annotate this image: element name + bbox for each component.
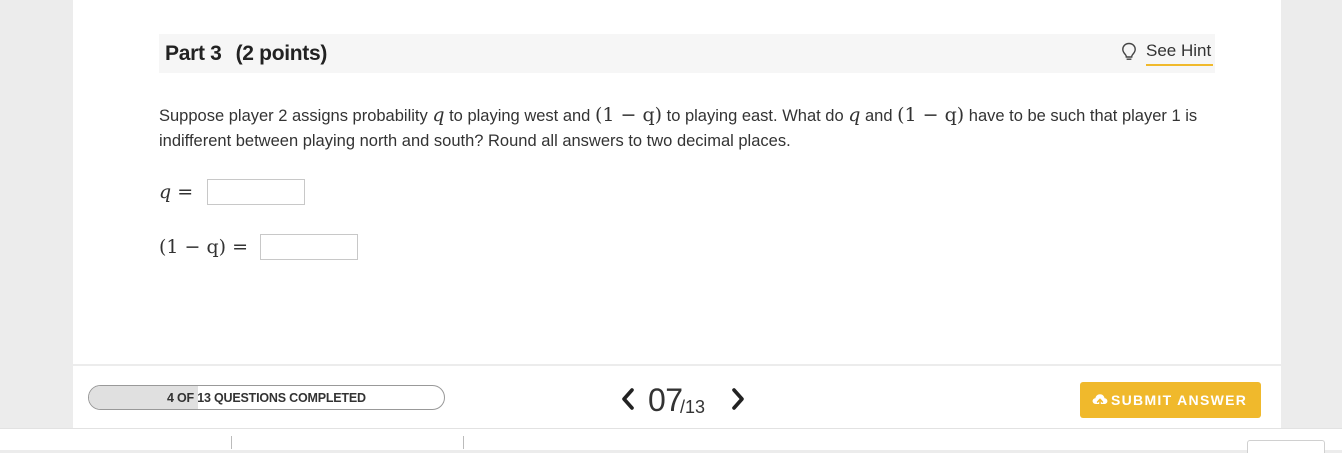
see-hint-label: See Hint — [1146, 41, 1212, 60]
question-text-part: to playing east. What do — [662, 107, 849, 125]
math-one-minus-q: (1 − q) — [594, 104, 663, 126]
toolbar-tab[interactable] — [1247, 440, 1325, 453]
see-hint-button[interactable]: See Hint — [1121, 40, 1216, 66]
math-one-minus-q: (1 − q) — [897, 104, 965, 126]
cloud-upload-icon — [1092, 393, 1108, 408]
submit-answer-label: SUBMIT ANSWER — [1111, 392, 1248, 408]
chevron-right-icon[interactable] — [726, 386, 748, 412]
answer-input-q[interactable] — [207, 179, 305, 205]
answer-label-one-minus-q: (1 − q) = — [159, 236, 249, 258]
toolbar-divider — [231, 436, 232, 449]
question-pager: 07 /13 — [618, 380, 753, 420]
question-text-part: to playing west and — [444, 107, 595, 125]
answer-label-q: q = — [159, 181, 194, 203]
answer-input-one-minus-q[interactable] — [260, 234, 358, 260]
total-questions: /13 — [680, 397, 706, 417]
submit-answer-button[interactable]: SUBMIT ANSWER — [1080, 382, 1261, 418]
footer-divider — [73, 364, 1281, 366]
bottom-toolbar — [0, 428, 1342, 450]
question-text-part: and — [860, 107, 898, 125]
lightbulb-icon — [1121, 42, 1137, 62]
progress-text: 4 OF 13 QUESTIONS COMPLETED — [167, 391, 366, 405]
math-q: q — [432, 104, 445, 126]
question-text: Suppose player 2 assigns probability q t… — [159, 103, 1219, 154]
question-text-part: Suppose player 2 assigns probability — [159, 107, 433, 125]
math-q: q — [848, 104, 861, 126]
part-title: Part 3 (2 points) — [165, 42, 327, 66]
toolbar-divider — [463, 436, 464, 449]
hint-underline — [1146, 64, 1213, 66]
chevron-left-icon[interactable] — [618, 386, 640, 412]
current-question-number: 07 — [648, 382, 683, 418]
part-points: (2 points) — [235, 42, 328, 65]
part-number: Part 3 — [165, 42, 222, 65]
progress-bar: 4 OF 13 QUESTIONS COMPLETED — [88, 385, 445, 410]
